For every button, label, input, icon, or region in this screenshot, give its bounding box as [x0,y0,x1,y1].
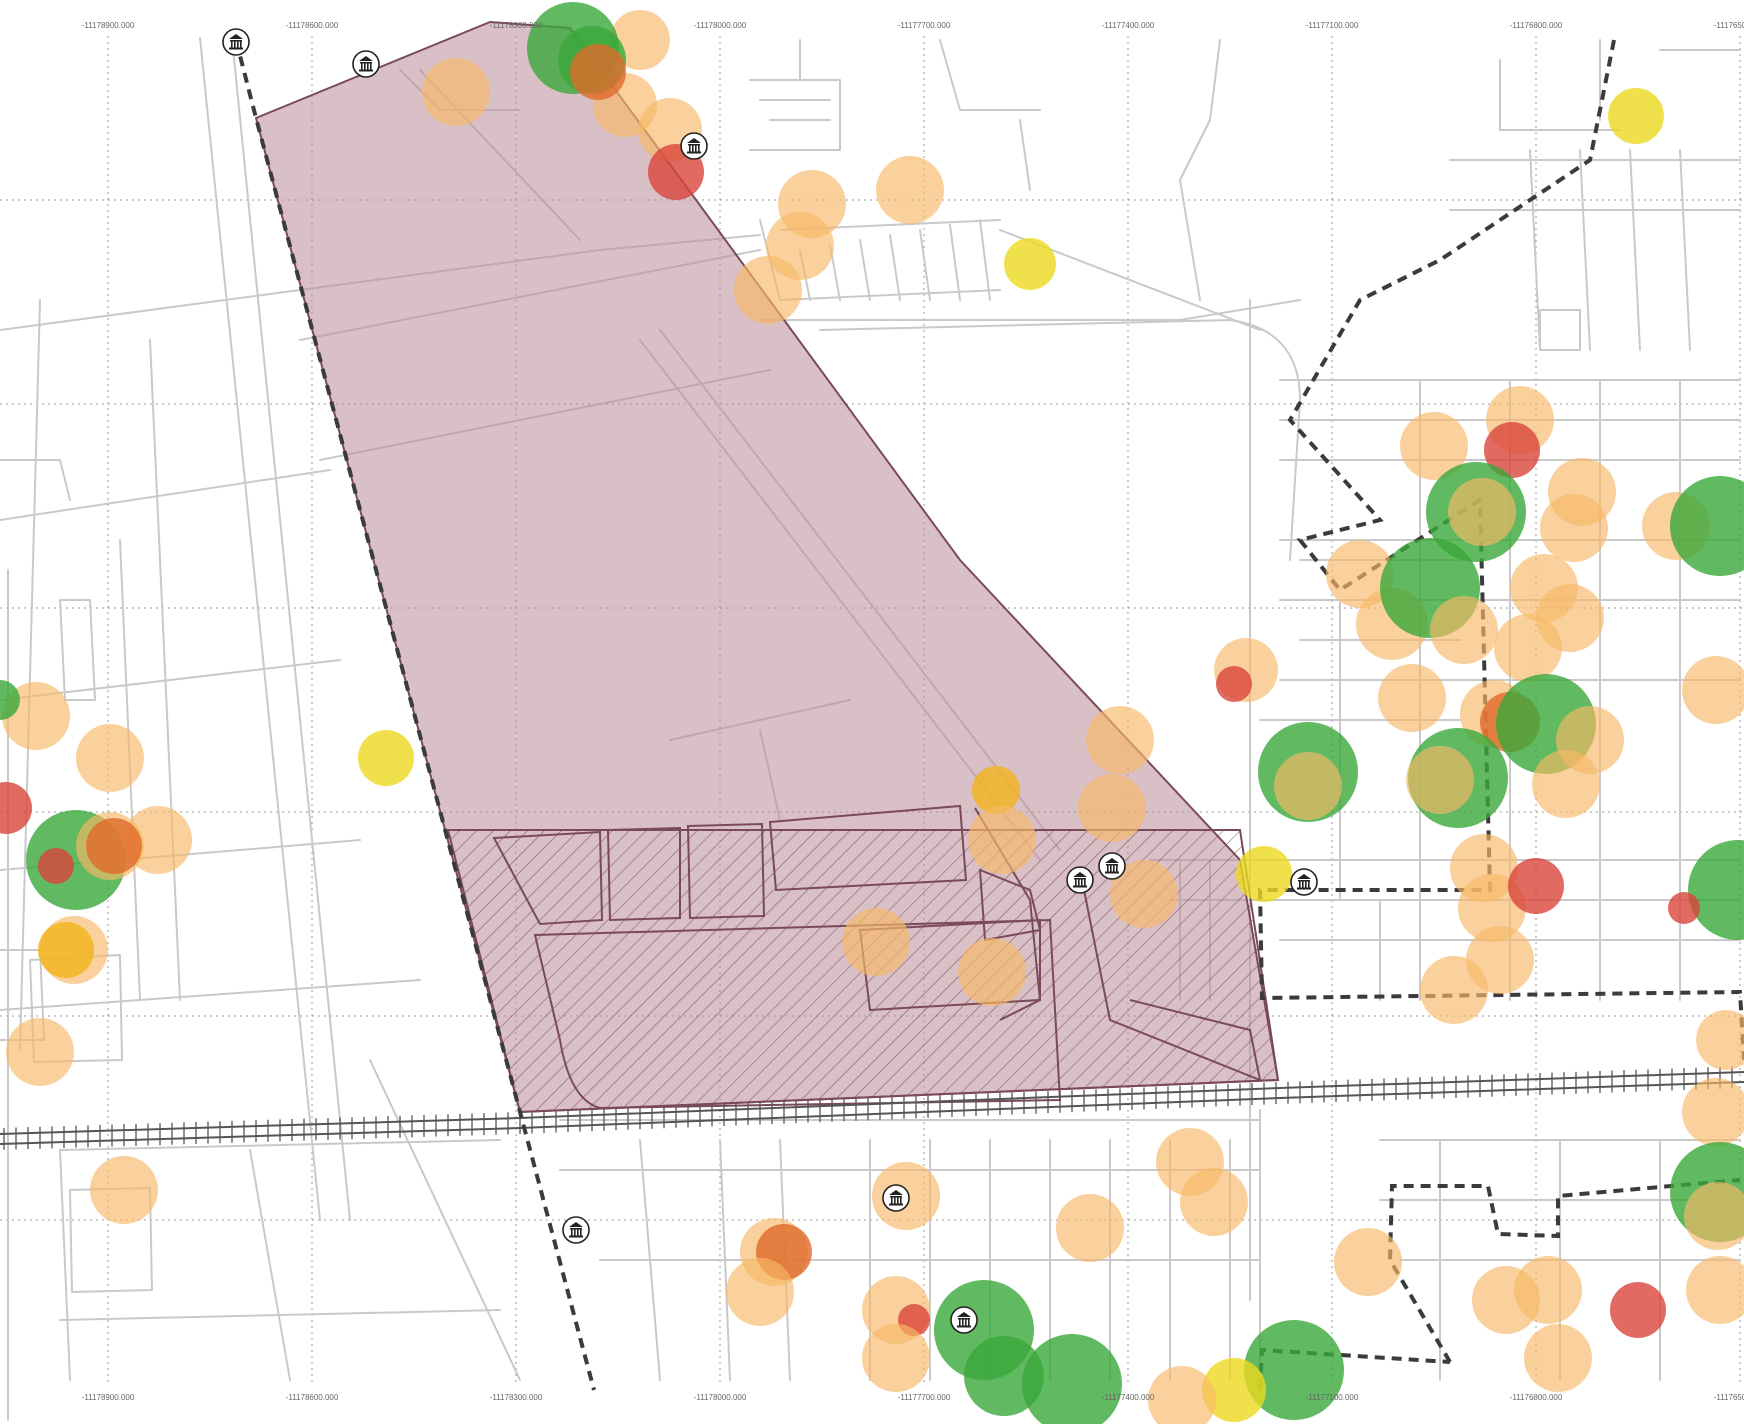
poi-circle-yellow[interactable] [1236,846,1292,902]
x-tick-label-top: -11177400.000 [1102,21,1155,30]
museum-icon[interactable] [882,1184,910,1212]
poi-circle-orange[interactable] [1420,956,1488,1024]
poi-circle-red[interactable] [38,848,74,884]
x-tick-label-bottom: -11178600.000 [286,1393,339,1402]
poi-circle-orange[interactable] [1682,656,1744,724]
museum-icon[interactable] [352,50,380,78]
poi-circle-green[interactable] [1670,476,1744,576]
poi-circle-orange[interactable] [1180,1168,1248,1236]
poi-circle-orange[interactable] [842,908,910,976]
poi-circle-green[interactable] [1022,1334,1122,1424]
x-tick-label-bottom: -11178900.000 [82,1393,135,1402]
x-tick-label-bottom: -11177400.000 [1102,1393,1155,1402]
poi-circle-deep-orange[interactable] [86,818,142,874]
poi-circle-orange[interactable] [1334,1228,1402,1296]
museum-icon[interactable] [1290,868,1318,896]
poi-circle-deep-orange[interactable] [570,44,626,100]
poi-circle-orange[interactable] [1086,706,1154,774]
poi-circle-orange[interactable] [968,806,1036,874]
x-axis-ticks-top: -11178900.000 -11178600.000 -11178300.000 -… [82,21,1744,30]
poi-circle-orange[interactable] [1514,1256,1582,1324]
poi-circle-yellow[interactable] [1608,88,1664,144]
poi-circle-orange[interactable] [1524,1324,1592,1392]
x-tick-label-top: -11178600.000 [286,21,339,30]
poi-circle-red[interactable] [1610,1282,1666,1338]
poi-circle-orange[interactable] [958,938,1026,1006]
x-tick-label-top: -11178300.000 [490,21,543,30]
x-axis-ticks-bottom: -11178900.000 -11178600.000 -11178300.000 -… [82,1393,1744,1402]
poi-circle-orange[interactable] [1448,478,1516,546]
poi-circle-orange[interactable] [1494,614,1562,682]
poi-circle-orange[interactable] [726,1258,794,1326]
poi-circle-orange[interactable] [1430,596,1498,664]
poi-circle-green[interactable] [1688,840,1744,940]
project-site-area[interactable] [254,20,1280,1114]
poi-circle-orange[interactable] [1696,1010,1744,1070]
poi-circle-yellow[interactable] [358,730,414,786]
poi-circle-orange[interactable] [1378,664,1446,732]
poi-circle-red[interactable] [1216,666,1252,702]
poi-circle-orange[interactable] [876,156,944,224]
poi-circle-orange[interactable] [862,1324,930,1392]
poi-circle-orange[interactable] [422,58,490,126]
poi-circle-orange[interactable] [90,1156,158,1224]
poi-circle-orange[interactable] [1540,494,1608,562]
poi-circle-orange[interactable] [1078,774,1146,842]
poi-circle-orange[interactable] [1148,1366,1216,1424]
museum-icon[interactable] [680,132,708,160]
poi-circle-orange[interactable] [734,256,802,324]
poi-circle-amber[interactable] [38,922,94,978]
poi-circle-orange[interactable] [1406,746,1474,814]
poi-circle-yellow[interactable] [1004,238,1056,290]
poi-circle-orange[interactable] [1056,1194,1124,1262]
poi-circle-orange[interactable] [1532,750,1600,818]
x-tick-label-bottom: -11176500.000 [1714,1393,1744,1402]
poi-circle-orange[interactable] [6,1018,74,1086]
x-tick-label-top: -11176500.000 [1714,21,1744,30]
x-tick-label-bottom: -11178000.000 [694,1393,747,1402]
poi-circle-orange[interactable] [76,724,144,792]
museum-icon[interactable] [222,28,250,56]
x-tick-label-bottom: -11176800.000 [1510,1393,1563,1402]
map-canvas[interactable]: -11178900.000 -11178600.000 -11178300.000 -… [0,0,1744,1424]
x-tick-label-bottom: -11178300.000 [490,1393,543,1402]
poi-circle-red[interactable] [1668,892,1700,924]
poi-circle-red[interactable] [1508,858,1564,914]
museum-icon[interactable] [1098,852,1126,880]
x-tick-label-top: -11176800.000 [1510,21,1563,30]
poi-circle-orange[interactable] [1682,1078,1744,1146]
x-tick-label-top: -11178000.000 [694,21,747,30]
x-tick-label-bottom: -11177100.000 [1306,1393,1359,1402]
museum-icon[interactable] [562,1216,590,1244]
poi-circle-orange[interactable] [1274,752,1342,820]
x-tick-label-top: -11177700.000 [898,21,951,30]
x-tick-label-top: -11178900.000 [82,21,135,30]
poi-circle-orange[interactable] [1686,1256,1744,1324]
x-tick-label-bottom: -11177700.000 [898,1393,951,1402]
museum-icon[interactable] [950,1306,978,1334]
x-tick-label-top: -11177100.000 [1306,21,1359,30]
museum-icon[interactable] [1066,866,1094,894]
